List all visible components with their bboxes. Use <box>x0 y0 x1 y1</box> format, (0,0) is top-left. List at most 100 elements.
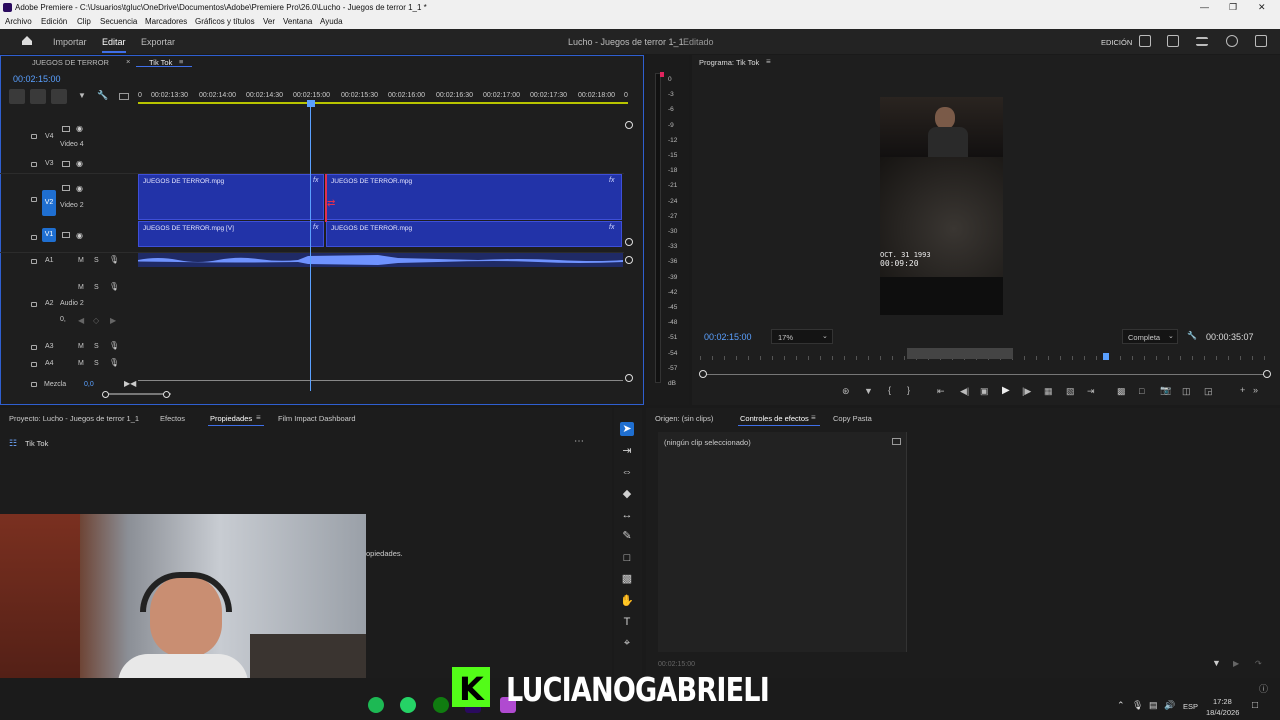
scroll-handle[interactable] <box>625 256 633 264</box>
tray-network-icon[interactable]: ▤ <box>1149 700 1158 711</box>
work-area-bar[interactable] <box>138 102 628 104</box>
panel-menu-icon[interactable]: ≡ <box>811 413 816 422</box>
microphone-icon[interactable]: 🎙 <box>109 341 119 350</box>
lock-icon[interactable] <box>31 235 37 240</box>
scroll-handle[interactable] <box>625 238 633 246</box>
quality-select[interactable]: Completa ⌄ <box>1122 329 1178 344</box>
zoom-select[interactable]: 17% ⌄ <box>771 329 833 344</box>
minimize-icon[interactable]: — <box>1200 2 1209 12</box>
tab-menu-icon[interactable]: ≡ <box>179 57 183 66</box>
xbox-icon[interactable] <box>433 697 449 713</box>
play-icon[interactable]: ▶ <box>1002 385 1010 396</box>
mix-volume-line[interactable] <box>138 380 623 381</box>
track-select-icon[interactable]: ⇥ <box>620 444 634 458</box>
slip-icon[interactable]: ↔ <box>620 508 634 522</box>
menu-secuencia[interactable]: Secuencia <box>100 17 137 26</box>
solo-button[interactable]: S <box>94 257 99 264</box>
zoom-handle-left[interactable] <box>102 391 109 398</box>
menu-ver[interactable]: Ver <box>263 17 275 26</box>
add-keyframe-icon[interactable]: ◇ <box>93 316 99 325</box>
tab-copy-pasta[interactable]: Copy Pasta <box>833 414 872 423</box>
clip-v1-right[interactable]: JUEGOS DE TERROR.mpg <box>326 221 622 247</box>
pen-icon[interactable]: ✎ <box>620 529 634 543</box>
sync-lock-icon[interactable] <box>62 161 70 167</box>
mute-button[interactable]: M <box>78 284 84 291</box>
overwrite-icon[interactable]: ▧ <box>1066 386 1075 397</box>
tab-importar[interactable]: Importar <box>53 37 87 47</box>
menu-ayuda[interactable]: Ayuda <box>320 17 343 26</box>
playhead-handle[interactable] <box>307 100 315 107</box>
mute-button[interactable]: M <box>78 257 84 264</box>
tab-film-impact[interactable]: Film Impact Dashboard <box>278 414 356 423</box>
menu-ventana[interactable]: Ventana <box>283 17 312 26</box>
lock-icon[interactable] <box>31 345 37 350</box>
lock-icon[interactable] <box>31 382 37 387</box>
tab-exportar[interactable]: Exportar <box>141 37 175 47</box>
step-forward-icon[interactable]: |▶ <box>1022 386 1031 397</box>
multicam-icon[interactable]: ▩ <box>1117 386 1126 397</box>
hand-icon[interactable]: ✋ <box>620 594 634 608</box>
lock-icon[interactable] <box>31 134 37 139</box>
solo-button[interactable]: S <box>94 284 99 291</box>
remix-icon[interactable]: ▩ <box>620 572 634 586</box>
fullscreen-icon[interactable] <box>1255 35 1267 47</box>
solo-button[interactable]: S <box>94 360 99 367</box>
snap-icon[interactable] <box>30 89 46 104</box>
stop-icon[interactable]: ▣ <box>980 386 989 397</box>
eye-icon[interactable]: ◉ <box>76 159 83 168</box>
insert-icon[interactable]: ▦ <box>1044 386 1053 397</box>
program-title[interactable]: Programa: Tik Tok <box>699 58 759 67</box>
linked-selection-icon[interactable] <box>51 89 67 104</box>
mark-out-icon[interactable]: } <box>907 385 910 395</box>
ripple-edit-icon[interactable]: ⇔ <box>620 465 634 479</box>
go-to-out-icon[interactable]: ⇥ <box>1087 386 1095 397</box>
marker-icon[interactable]: ▼ <box>864 386 873 396</box>
menu-graficos[interactable]: Gráficos y títulos <box>195 17 255 26</box>
lock-icon[interactable] <box>31 162 37 167</box>
sync-lock-icon[interactable] <box>62 185 70 191</box>
menu-marcadores[interactable]: Marcadores <box>145 17 187 26</box>
tab-controles-efectos[interactable]: Controles de efectos <box>740 414 809 423</box>
tray-mic-icon[interactable]: 🎙 <box>1132 700 1143 711</box>
next-keyframe-icon[interactable]: ▶ <box>110 316 116 325</box>
tab-juegos-de-terror[interactable]: JUEGOS DE TERROR <box>32 58 109 67</box>
home-icon[interactable] <box>21 35 33 46</box>
in-out-range[interactable] <box>907 348 1013 359</box>
mute-button[interactable]: M <box>78 360 84 367</box>
text-icon[interactable]: T <box>620 615 634 629</box>
step-back-icon[interactable]: ◀| <box>960 386 969 397</box>
project-item-tik-tok[interactable]: Tik Tok <box>25 439 48 448</box>
clip-v1-left[interactable]: JUEGOS DE TERROR.mpg [V] <box>138 221 324 247</box>
tab-efectos[interactable]: Efectos <box>160 414 185 423</box>
insert-sequence-icon[interactable] <box>9 89 25 104</box>
zoom-handle-right[interactable] <box>163 391 170 398</box>
timeline-timecode[interactable]: 00:02:15:00 <box>13 74 61 84</box>
program-scrollbar[interactable] <box>703 374 1267 375</box>
notification-icon[interactable]: □ <box>1252 700 1258 711</box>
clip-v2-right[interactable]: JUEGOS DE TERROR.mpg <box>326 174 622 220</box>
volume-value[interactable]: 0, <box>60 316 66 323</box>
workspace-label[interactable]: EDICIÓN <box>1101 38 1132 47</box>
captions-tool-icon[interactable]: ⌖ <box>620 636 634 650</box>
go-to-in-icon[interactable]: ⇤ <box>937 386 945 397</box>
microphone-icon[interactable]: 🎙 <box>109 358 119 367</box>
menu-edicion[interactable]: Edición <box>41 17 67 26</box>
program-playhead[interactable] <box>1103 353 1109 360</box>
sync-lock-icon[interactable] <box>62 126 70 132</box>
export-icon[interactable]: ↷ <box>1255 659 1262 668</box>
eye-icon[interactable]: ◉ <box>76 184 83 193</box>
filter-icon[interactable]: ▼ <box>1212 658 1221 668</box>
menu-archivo[interactable]: Archivo <box>5 17 32 26</box>
more-options-icon[interactable]: ⋯ <box>574 436 584 447</box>
scroll-handle-top[interactable] <box>625 121 633 129</box>
eye-icon[interactable]: ◉ <box>76 231 83 240</box>
scroll-handle-bottom[interactable] <box>625 374 633 382</box>
microphone-icon[interactable]: 🎙 <box>109 282 119 291</box>
mark-in-icon[interactable]: { <box>888 385 891 395</box>
tab-origen[interactable]: Origen: (sin clips) <box>655 414 713 423</box>
eye-icon[interactable]: ◉ <box>76 124 83 133</box>
lift-icon[interactable]: ⊛ <box>842 386 850 397</box>
more-icon[interactable]: » <box>1253 385 1258 395</box>
lock-icon[interactable] <box>31 362 37 367</box>
tray-volume-icon[interactable]: 🔊 <box>1164 700 1175 711</box>
